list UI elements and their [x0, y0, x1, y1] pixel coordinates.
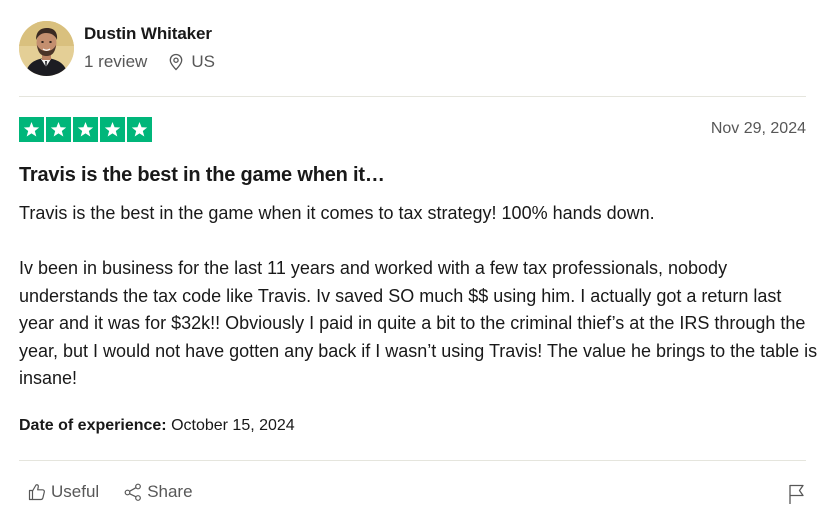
consumer-meta: 1 review US — [84, 52, 215, 72]
review-body: Travis is the best in the game when it c… — [19, 200, 819, 393]
share-icon — [124, 483, 142, 501]
star-icon — [73, 117, 98, 142]
review-actions: Useful Share — [27, 482, 193, 502]
share-button[interactable]: Share — [123, 482, 193, 502]
consumer-details: Dustin Whitaker 1 review US — [84, 24, 215, 72]
share-label: Share — [147, 482, 193, 501]
star-icon — [19, 117, 44, 142]
review-date: Nov 29, 2024 — [710, 120, 806, 137]
date-of-experience: Date of experience: October 15, 2024 — [19, 417, 295, 435]
thumbs-up-icon — [28, 484, 45, 501]
flag-icon — [789, 484, 804, 504]
experience-date: October 15, 2024 — [171, 417, 295, 434]
star-icon — [100, 117, 125, 142]
review-paragraph: Iv been in business for the last 11 year… — [19, 258, 818, 388]
star-rating — [19, 117, 152, 142]
divider — [19, 96, 806, 97]
review-count: 1 review — [84, 52, 148, 71]
avatar[interactable] — [19, 21, 74, 76]
divider — [19, 460, 806, 461]
review-card: Dustin Whitaker 1 review US Nov 29, 2024… — [0, 0, 831, 521]
useful-button[interactable]: Useful — [27, 482, 99, 502]
experience-label: Date of experience: — [19, 417, 167, 434]
report-button[interactable] — [787, 483, 807, 510]
useful-label: Useful — [51, 482, 100, 501]
review-title[interactable]: Travis is the best in the game when it… — [19, 164, 385, 187]
consumer-info: Dustin Whitaker 1 review US — [19, 21, 215, 76]
star-icon — [46, 117, 71, 142]
location-pin-icon — [167, 53, 185, 71]
consumer-name[interactable]: Dustin Whitaker — [84, 24, 215, 44]
review-paragraph: Travis is the best in the game when it c… — [19, 203, 655, 223]
consumer-location: US — [167, 52, 215, 72]
location-text: US — [191, 52, 215, 71]
star-icon — [127, 117, 152, 142]
